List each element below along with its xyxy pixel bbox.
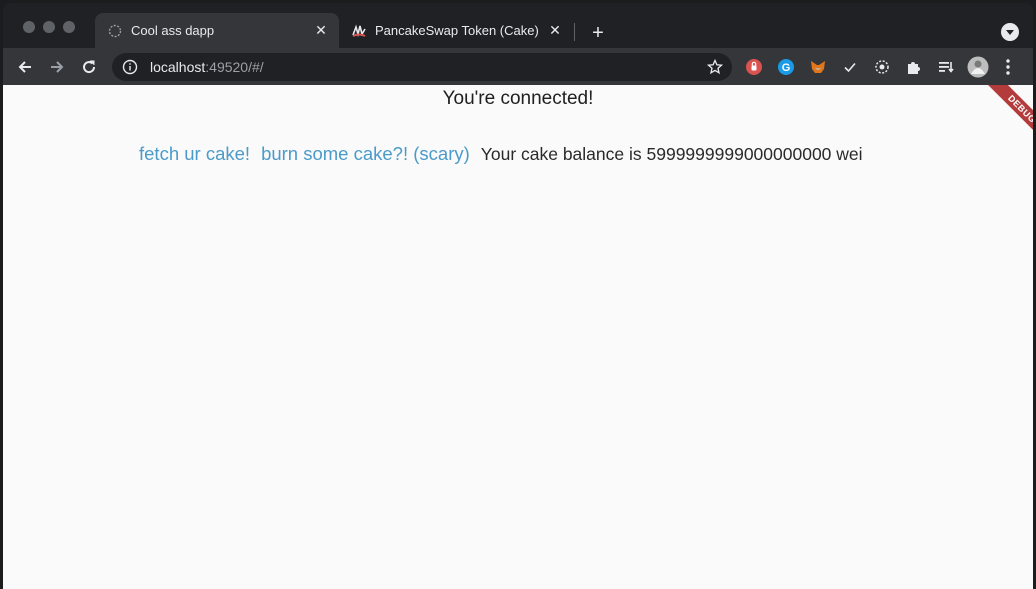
pancakeswap-favicon-icon [351, 23, 367, 39]
tab-search-button[interactable] [1001, 23, 1019, 41]
page-content: You're connected! fetch ur cake! burn so… [3, 85, 1033, 589]
tab-strip: Cool ass dapp ✕ PancakeSwap Token (Cake)… [3, 3, 1033, 48]
browser-toolbar: localhost:49520/#/ G [3, 48, 1033, 85]
reload-icon [83, 60, 96, 74]
url-path: :49520/#/ [205, 59, 264, 75]
browser-menu-icon[interactable] [1001, 58, 1015, 76]
back-button[interactable] [13, 55, 37, 79]
address-bar[interactable]: localhost:49520/#/ [112, 53, 732, 81]
check-icon[interactable] [841, 58, 859, 76]
back-arrow-icon [18, 61, 31, 73]
debug-banner-label: DEBUG [985, 85, 1033, 145]
close-tab-icon[interactable]: ✕ [313, 22, 329, 39]
debug-banner: DEBUG [973, 85, 1033, 145]
svg-text:G: G [782, 62, 791, 74]
forward-button[interactable] [45, 55, 69, 79]
new-tab-button[interactable]: + [587, 22, 609, 44]
tab-pancakeswap[interactable]: PancakeSwap Token (Cake) Tok ✕ [339, 13, 573, 48]
forward-arrow-icon [51, 61, 64, 73]
minimize-window-button[interactable] [43, 21, 55, 33]
fetch-cake-button[interactable]: fetch ur cake! [139, 143, 250, 165]
maximize-window-button[interactable] [63, 21, 75, 33]
puzzle-icon[interactable] [905, 58, 923, 76]
reload-button[interactable] [77, 55, 101, 79]
url-host: localhost [150, 59, 206, 75]
cake-actions-row: fetch ur cake! burn some cake?! (scary) … [139, 142, 863, 166]
page-title: You're connected! [442, 88, 594, 109]
url-text: localhost:49520/#/ [150, 59, 264, 75]
cake-balance-text: Your cake balance is 5999999999000000000… [480, 143, 863, 164]
metamask-icon[interactable] [809, 58, 827, 76]
gear-extension-icon[interactable] [873, 58, 891, 76]
reading-list-icon[interactable] [937, 58, 955, 76]
tab-cool-ass-dapp[interactable]: Cool ass dapp ✕ [95, 13, 339, 48]
close-tab-icon[interactable]: ✕ [547, 22, 563, 39]
profile-avatar[interactable] [967, 56, 989, 78]
browser-window: Cool ass dapp ✕ PancakeSwap Token (Cake)… [3, 3, 1033, 589]
burn-cake-button[interactable]: burn some cake?! (scary) [261, 143, 470, 165]
lastpass-icon[interactable] [745, 58, 763, 76]
loading-favicon-icon [107, 23, 123, 39]
close-window-button[interactable] [23, 21, 35, 33]
tab-title: PancakeSwap Token (Cake) Tok [375, 23, 541, 38]
bookmark-star-icon[interactable] [706, 58, 724, 76]
tab-separator [574, 23, 575, 41]
tab-title: Cool ass dapp [131, 23, 215, 38]
site-info-icon[interactable] [122, 59, 138, 75]
grammarly-icon[interactable]: G [777, 58, 795, 76]
